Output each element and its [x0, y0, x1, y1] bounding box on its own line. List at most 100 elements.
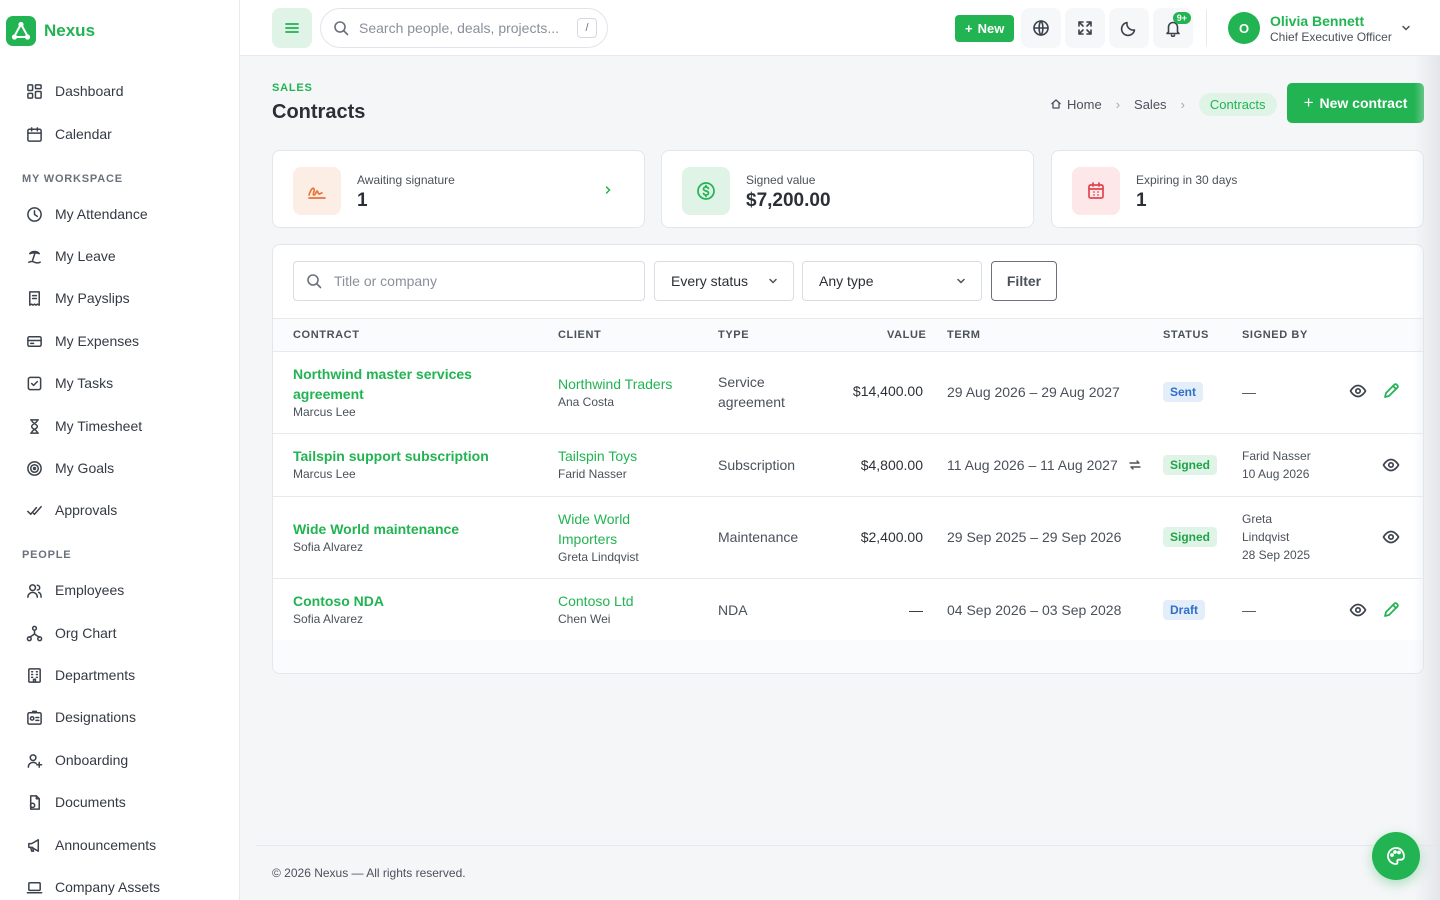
- global-search-input[interactable]: Search people, deals, projects... /: [320, 8, 608, 48]
- sidebar-item-onboarding[interactable]: Onboarding: [26, 750, 128, 770]
- type-select-value: Any type: [819, 273, 874, 289]
- sidebar-item-departments[interactable]: Departments: [26, 665, 135, 685]
- brand-logo-icon: [6, 16, 36, 46]
- client-name[interactable]: Tailspin Toys: [558, 446, 637, 466]
- new-button[interactable]: + New: [955, 15, 1015, 42]
- stat-value: $7,200.00: [746, 190, 831, 211]
- table-row[interactable]: Wide World maintenance Sofia Alvarez Wid…: [273, 497, 1423, 579]
- breadcrumb: Home › Sales › Contracts: [1050, 92, 1277, 116]
- sidebar-item-announcements[interactable]: Announcements: [26, 835, 156, 855]
- contract-title[interactable]: Northwind master services: [293, 364, 472, 384]
- client-contact: Greta Lindqvist: [558, 550, 639, 564]
- brand[interactable]: Nexus: [6, 16, 95, 46]
- sidebar-item-company-assets[interactable]: Company Assets: [26, 877, 160, 897]
- sidebar-item-designations[interactable]: Designations: [26, 707, 136, 727]
- fullscreen-button[interactable]: [1065, 8, 1105, 48]
- sidebar-item-approvals[interactable]: Approvals: [26, 500, 117, 520]
- sidebar-item-documents[interactable]: Documents: [26, 792, 126, 812]
- sidebar-item-my-timesheet[interactable]: My Timesheet: [26, 416, 142, 436]
- sidebar-item-label: My Goals: [55, 460, 115, 476]
- contract-title-continued[interactable]: agreement: [293, 384, 472, 404]
- type-select[interactable]: Any type: [802, 261, 982, 301]
- client-contact: Chen Wei: [558, 612, 611, 626]
- stat-card-awaiting-signature[interactable]: Awaiting signature 1: [272, 150, 645, 228]
- avatar: O: [1228, 12, 1260, 44]
- brand-name: Nexus: [44, 21, 96, 40]
- contract-search-input[interactable]: Title or company: [293, 261, 645, 301]
- table-row[interactable]: Contoso NDA Sofia Alvarez Contoso Ltd Ch…: [273, 579, 1423, 642]
- contract-type: NDA: [718, 602, 748, 618]
- page-title: Contracts: [272, 101, 366, 123]
- signed-by: —: [1242, 384, 1256, 400]
- sidebar-item-label: Onboarding: [55, 752, 129, 768]
- contract-title[interactable]: Contoso NDA: [293, 591, 384, 611]
- contract-value: —: [909, 602, 923, 618]
- theme-toggle-button[interactable]: [1109, 8, 1149, 48]
- stat-card-signed-value: Signed value $7,200.00: [661, 150, 1034, 228]
- megaphone-icon: [28, 838, 40, 852]
- sidebar-item-my-leave[interactable]: My Leave: [26, 246, 116, 266]
- sidebar-item-calendar[interactable]: Calendar: [26, 124, 112, 144]
- status-badge: Sent: [1163, 382, 1204, 402]
- table-footer: [273, 640, 1423, 673]
- sidebar-item-my-tasks[interactable]: My Tasks: [26, 373, 113, 393]
- sidebar-item-label: Announcements: [55, 837, 157, 853]
- sidebar-item-employees[interactable]: Employees: [26, 580, 124, 600]
- globe-icon: [1033, 20, 1049, 36]
- home-icon: [1051, 99, 1061, 109]
- breadcrumb-sales[interactable]: Sales: [1134, 97, 1167, 112]
- sidebar-item-my-goals[interactable]: My Goals: [26, 458, 114, 478]
- table-row[interactable]: Northwind master services agreement Marc…: [273, 352, 1423, 434]
- client-name[interactable]: Northwind Traders: [558, 374, 672, 394]
- user-menu[interactable]: O Olivia Bennett Chief Executive Officer: [1228, 12, 1392, 44]
- beach-icon: [28, 250, 41, 264]
- column-header-value[interactable]: VALUE: [887, 329, 926, 341]
- view-button[interactable]: [1381, 455, 1401, 475]
- sidebar-item-label: Company Assets: [55, 879, 161, 895]
- language-button[interactable]: [1021, 8, 1061, 48]
- sidebar-item-org-chart[interactable]: Org Chart: [26, 623, 116, 643]
- contract-title[interactable]: Wide World maintenance: [293, 519, 459, 539]
- contract-term: 04 Sep 2026 – 03 Sep 2028: [947, 602, 1122, 618]
- calendar-icon: [27, 126, 42, 142]
- signed-by: —: [1242, 602, 1256, 618]
- view-button[interactable]: [1348, 600, 1368, 620]
- column-header-status[interactable]: STATUS: [1163, 329, 1209, 341]
- plus-icon: +: [1303, 93, 1314, 112]
- view-button[interactable]: [1381, 527, 1401, 547]
- contract-title[interactable]: Tailspin support subscription: [293, 446, 489, 466]
- edit-button[interactable]: [1381, 381, 1401, 401]
- sidebar-item-my-expenses[interactable]: My Expenses: [26, 331, 139, 351]
- breadcrumb-home[interactable]: Home: [1050, 97, 1102, 112]
- column-header-contract[interactable]: CONTRACT: [293, 329, 360, 341]
- chevron-down-icon[interactable]: [1400, 22, 1412, 34]
- contract-type: Maintenance: [718, 529, 799, 545]
- menu-toggle-button[interactable]: [272, 8, 312, 48]
- view-button[interactable]: [1348, 381, 1368, 401]
- edit-button[interactable]: [1381, 600, 1401, 620]
- table-row[interactable]: Tailspin support subscription Marcus Lee…: [273, 434, 1423, 497]
- sidebar-item-my-attendance[interactable]: My Attendance: [26, 204, 148, 224]
- contract-search-placeholder: Title or company: [334, 273, 437, 289]
- users-icon: [27, 583, 42, 598]
- new-contract-button[interactable]: + New contract: [1287, 83, 1424, 123]
- contract-owner: Marcus Lee: [293, 467, 356, 481]
- notifications-button[interactable]: 9+: [1153, 8, 1193, 48]
- sidebar-item-label: Documents: [55, 794, 126, 810]
- dollar-circle-icon: [682, 167, 730, 215]
- column-header-term[interactable]: TERM: [947, 329, 981, 341]
- client-name[interactable]: Wide World: [558, 509, 639, 529]
- status-select[interactable]: Every status: [654, 261, 794, 301]
- sidebar-item-my-payslips[interactable]: My Payslips: [26, 288, 130, 308]
- column-header-signed-by[interactable]: SIGNED BY: [1242, 329, 1308, 341]
- sidebar-item-label: Designations: [55, 709, 136, 725]
- column-header-client[interactable]: CLIENT: [558, 329, 601, 341]
- sidebar-item-label: My Expenses: [55, 333, 140, 349]
- client-name[interactable]: Contoso Ltd: [558, 591, 634, 611]
- column-header-type[interactable]: TYPE: [718, 329, 749, 341]
- sidebar-item-dashboard[interactable]: Dashboard: [26, 81, 124, 101]
- filter-button[interactable]: Filter: [991, 261, 1057, 301]
- theme-customizer-button[interactable]: [1372, 832, 1420, 880]
- client-name-continued[interactable]: Importers: [558, 529, 639, 549]
- stat-value: 1: [1136, 190, 1147, 211]
